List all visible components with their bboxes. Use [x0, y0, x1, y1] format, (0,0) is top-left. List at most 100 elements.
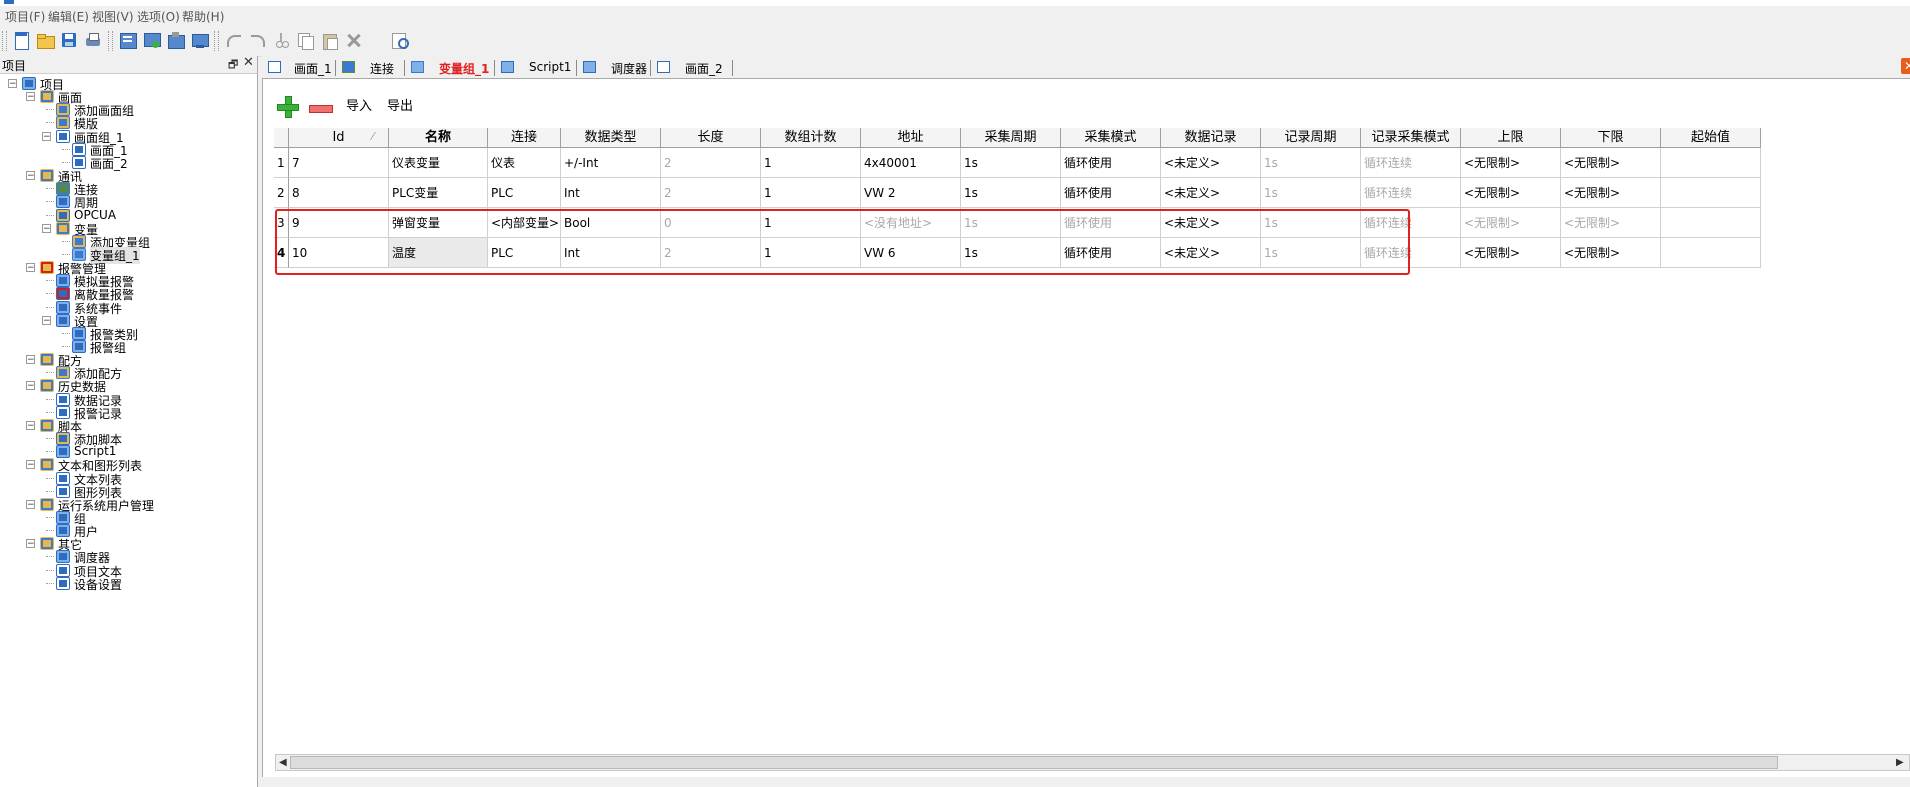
table-cell[interactable]: Int	[561, 178, 661, 208]
toolbar-grip[interactable]	[2, 31, 7, 51]
table-cell[interactable]: 仪表变量	[389, 148, 488, 178]
table-cell[interactable]: 1s	[1261, 238, 1361, 268]
column-header[interactable]: 采集模式	[1061, 128, 1161, 148]
column-header[interactable]: 长度	[661, 128, 761, 148]
download-icon[interactable]	[142, 31, 162, 51]
table-cell[interactable]: <无限制>	[1461, 208, 1561, 238]
column-header[interactable]: 地址	[861, 128, 961, 148]
column-header[interactable]: 记录周期	[1261, 128, 1361, 148]
table-cell[interactable]: 1s	[961, 148, 1061, 178]
collapse-toggle-icon[interactable]: −	[8, 79, 17, 89]
collapse-toggle-icon[interactable]: −	[42, 223, 51, 233]
table-cell[interactable]: <无限制>	[1561, 238, 1661, 268]
table-cell[interactable]: 循环使用	[1061, 178, 1161, 208]
import-button[interactable]: 导入	[346, 95, 372, 114]
table-row[interactable]: 2 8 PLC变量 PLC Int 2 1 VW 2 1s 循环使用 <未定义> 1s 循环连续 <无限制…	[274, 178, 1761, 208]
table-cell[interactable]: <无限制>	[1461, 238, 1561, 268]
close-icon[interactable]: ✕	[243, 55, 254, 70]
table-cell[interactable]	[1661, 178, 1761, 208]
add-variable-icon[interactable]	[277, 96, 299, 118]
table-cell[interactable]: 循环使用	[1061, 238, 1161, 268]
tree-item[interactable]: 设备设置	[0, 576, 257, 592]
table-cell[interactable]: 1s	[1261, 208, 1361, 238]
row-number[interactable]: 2	[274, 178, 289, 208]
table-cell[interactable]: 1	[761, 148, 861, 178]
paste-icon[interactable]	[320, 31, 340, 51]
column-header[interactable]: 上限	[1461, 128, 1561, 148]
table-cell[interactable]: <内部变量>	[488, 208, 561, 238]
table-cell[interactable]: <没有地址>	[861, 208, 961, 238]
table-cell[interactable]: 7	[289, 148, 389, 178]
column-header[interactable]: 数据记录	[1161, 128, 1261, 148]
table-cell[interactable]: 0	[661, 208, 761, 238]
table-cell[interactable]: PLC变量	[389, 178, 488, 208]
table-cell[interactable]: Int	[561, 238, 661, 268]
scrollbar-thumb[interactable]	[290, 756, 1778, 769]
table-cell[interactable]	[1661, 148, 1761, 178]
table-cell[interactable]: Bool	[561, 208, 661, 238]
upload-icon[interactable]	[166, 31, 186, 51]
column-header[interactable]: 记录采集模式	[1361, 128, 1461, 148]
table-cell[interactable]: 1s	[961, 208, 1061, 238]
table-cell[interactable]: <无限制>	[1561, 208, 1661, 238]
column-header[interactable]: Id	[289, 128, 389, 148]
simulate-icon[interactable]	[190, 31, 210, 51]
table-cell[interactable]: <未定义>	[1161, 208, 1261, 238]
toolbar-grip[interactable]	[108, 31, 113, 51]
scroll-left-icon[interactable]: ◀	[279, 757, 287, 768]
undo-icon[interactable]	[224, 31, 244, 51]
table-cell[interactable]: 循环连续	[1361, 238, 1461, 268]
table-cell[interactable]: 10	[289, 238, 389, 268]
menu-edit[interactable]: 编辑(E)	[48, 8, 89, 25]
column-header[interactable]: 数据类型	[561, 128, 661, 148]
table-cell[interactable]: 2	[661, 148, 761, 178]
table-cell[interactable]: 循环使用	[1061, 148, 1161, 178]
table-cell[interactable]: 循环连续	[1361, 208, 1461, 238]
column-header[interactable]: 下限	[1561, 128, 1661, 148]
table-cell[interactable]: <无限制>	[1561, 148, 1661, 178]
table-row[interactable]: 3 9 弹窗变量 <内部变量> Bool 0 1 <没有地址> 1s 循环使用 <未定义> 1s 循环连…	[274, 208, 1761, 238]
menu-view[interactable]: 视图(V)	[92, 8, 134, 25]
table-cell[interactable]: <未定义>	[1161, 178, 1261, 208]
table-cell[interactable]	[1661, 208, 1761, 238]
table-cell[interactable]: <无限制>	[1461, 178, 1561, 208]
table-cell[interactable]: 1s	[961, 238, 1061, 268]
toolbar-grip[interactable]	[214, 31, 219, 51]
table-cell[interactable]: PLC	[488, 178, 561, 208]
collapse-toggle-icon[interactable]: −	[26, 381, 35, 391]
remove-variable-icon[interactable]	[309, 105, 333, 113]
scroll-right-icon[interactable]: ▶	[1896, 757, 1904, 768]
menu-options[interactable]: 选项(O)	[137, 8, 180, 25]
table-cell[interactable]: VW 2	[861, 178, 961, 208]
new-file-icon[interactable]	[12, 31, 32, 51]
delete-icon[interactable]	[344, 31, 364, 51]
table-cell[interactable]: <未定义>	[1161, 238, 1261, 268]
collapse-toggle-icon[interactable]: −	[26, 499, 35, 509]
column-header[interactable]: 数组计数	[761, 128, 861, 148]
column-header[interactable]: 连接	[488, 128, 561, 148]
column-header[interactable]: 采集周期	[961, 128, 1061, 148]
copy-icon[interactable]	[296, 31, 316, 51]
print-icon[interactable]	[84, 31, 104, 51]
table-cell[interactable]: 4x40001	[861, 148, 961, 178]
table-cell[interactable]: 1s	[1261, 178, 1361, 208]
table-row[interactable]: 1 7 仪表变量 仪表 +/-Int 2 1 4x40001 1s 循环使用 <未定义> 1s 循环连续…	[274, 148, 1761, 178]
table-cell[interactable]: 循环连续	[1361, 148, 1461, 178]
collapse-toggle-icon[interactable]: −	[26, 263, 35, 273]
compile-icon[interactable]	[118, 31, 138, 51]
table-cell[interactable]: 循环连续	[1361, 178, 1461, 208]
collapse-toggle-icon[interactable]: −	[42, 315, 51, 325]
collapse-toggle-icon[interactable]: −	[42, 131, 51, 141]
table-cell[interactable]: 1	[761, 178, 861, 208]
close-editor-icon[interactable]: ✕	[1901, 58, 1910, 74]
table-cell[interactable]: 温度	[389, 238, 488, 268]
table-cell[interactable]: 2	[661, 238, 761, 268]
table-cell[interactable]: PLC	[488, 238, 561, 268]
menu-project[interactable]: 项目(F)	[5, 8, 45, 25]
column-header[interactable]: 名称	[389, 128, 488, 148]
collapse-toggle-icon[interactable]: −	[26, 171, 35, 181]
table-row[interactable]: 4 10 温度 PLC Int 2 1 VW 6 1s 循环使用 <未定义> 1s 循环连续 <无限制> <…	[274, 238, 1761, 268]
table-cell[interactable]: +/-Int	[561, 148, 661, 178]
table-cell[interactable]: <无限制>	[1561, 178, 1661, 208]
table-cell[interactable]: 1	[761, 208, 861, 238]
